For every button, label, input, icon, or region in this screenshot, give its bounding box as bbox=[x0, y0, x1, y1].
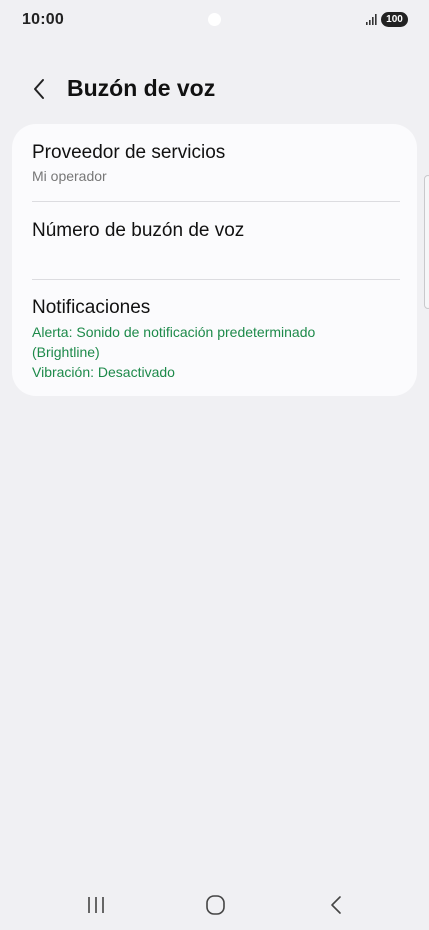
voicemail-number-item[interactable]: Número de buzón de voz bbox=[12, 202, 417, 280]
front-camera-icon bbox=[208, 13, 221, 26]
signal-bars-icon bbox=[366, 14, 377, 25]
back-icon bbox=[331, 896, 341, 914]
battery-icon: 100 bbox=[381, 12, 408, 27]
service-provider-title: Proveedor de servicios bbox=[32, 142, 226, 163]
service-provider-item[interactable]: Proveedor de servicios Mi operador bbox=[12, 124, 417, 202]
notifications-alert-text: Alerta: Sonido de notificación predeterm… bbox=[32, 324, 316, 340]
home-button[interactable] bbox=[201, 894, 229, 921]
settings-card: Proveedor de servicios Mi operador Númer… bbox=[12, 124, 417, 396]
voicemail-settings-screen: 10:00 100 Buzón de voz Proveedor de serv… bbox=[0, 0, 429, 930]
notifications-vibration-text: Vibración: Desactivado bbox=[32, 364, 175, 380]
status-time: 10:00 bbox=[22, 11, 64, 28]
app-header: Buzón de voz bbox=[0, 70, 429, 110]
scroll-handle[interactable] bbox=[424, 175, 429, 309]
page-title: Buzón de voz bbox=[67, 75, 216, 101]
notifications-title: Notificaciones bbox=[32, 297, 151, 318]
recents-icon bbox=[88, 897, 104, 913]
chevron-left-icon bbox=[34, 79, 44, 99]
voicemail-number-title: Número de buzón de voz bbox=[32, 220, 245, 241]
notifications-alert-sound-name: (Brightline) bbox=[32, 344, 100, 360]
home-icon bbox=[206, 895, 225, 915]
back-button[interactable] bbox=[26, 74, 54, 104]
status-bar: 10:00 100 bbox=[0, 0, 429, 40]
service-provider-value: Mi operador bbox=[32, 168, 107, 184]
recents-button[interactable] bbox=[82, 894, 110, 921]
notifications-item[interactable]: Notificaciones Alerta: Sonido de notific… bbox=[12, 280, 417, 396]
nav-back-button[interactable] bbox=[322, 894, 350, 921]
navigation-bar bbox=[0, 880, 429, 930]
